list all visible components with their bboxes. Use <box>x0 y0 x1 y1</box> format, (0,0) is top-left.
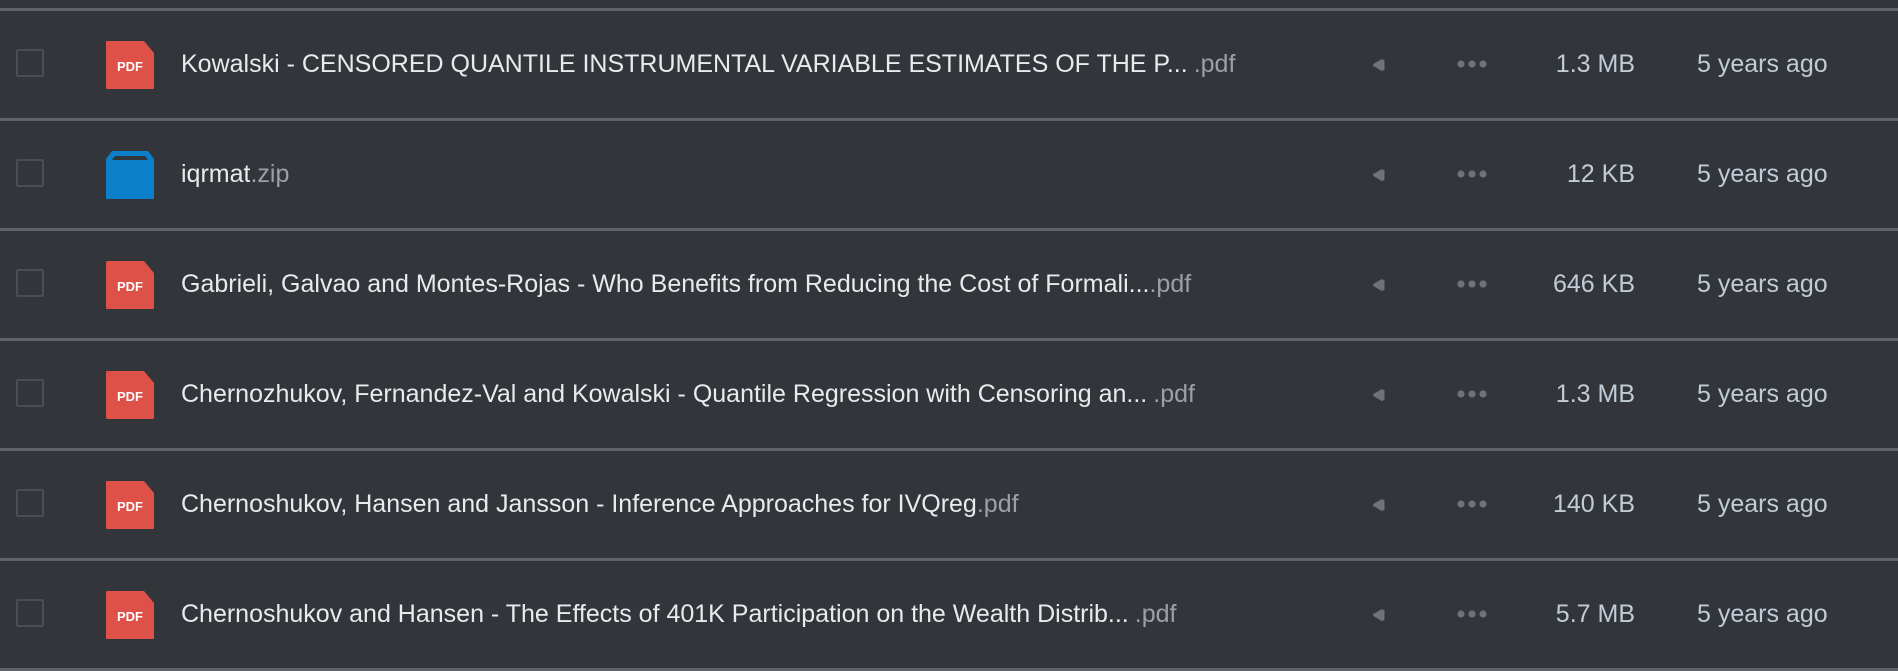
file-name-base: Chernoshukov, Hansen and Jansson - Infer… <box>181 490 977 518</box>
file-extension: .pdf <box>1193 50 1236 78</box>
file-size: 646 KB <box>1552 270 1635 298</box>
modified-date: 5 years ago <box>1697 600 1828 628</box>
file-size: 5.7 MB <box>1555 600 1635 628</box>
file-name-base: Chernoshukov and Hansen - The Effects of… <box>181 600 1129 628</box>
select-checkbox[interactable] <box>16 159 44 187</box>
file-list: PDF Kowalski - CENSORED QUANTILE INSTRUM… <box>0 11 1898 671</box>
more-options-icon[interactable] <box>1456 169 1488 179</box>
file-extension: .pdf <box>1134 600 1177 628</box>
pdf-icon-label: PDF <box>117 279 143 294</box>
file-row[interactable]: PDF Chernoshukov, Hansen and Jansson - I… <box>0 451 1898 561</box>
file-row[interactable]: PDF Gabrieli, Galvao and Montes-Rojas - … <box>0 231 1898 341</box>
file-name[interactable]: Chernozhukov, Fernandez-Val and Kowalski… <box>181 377 1195 411</box>
share-icon[interactable] <box>1362 269 1392 301</box>
file-size: 1.3 MB <box>1555 50 1635 78</box>
share-icon[interactable] <box>1362 49 1392 81</box>
share-icon[interactable] <box>1362 489 1392 521</box>
file-size: 140 KB <box>1552 490 1635 518</box>
more-options-icon[interactable] <box>1456 389 1488 399</box>
more-options-icon[interactable] <box>1456 499 1488 509</box>
file-name-base: Kowalski - CENSORED QUANTILE INSTRUMENTA… <box>181 50 1188 78</box>
modified-date: 5 years ago <box>1697 160 1828 188</box>
file-extension: .pdf <box>1153 380 1195 408</box>
pdf-icon-label: PDF <box>117 59 143 74</box>
pdf-icon-label: PDF <box>117 609 143 624</box>
modified-date: 5 years ago <box>1697 380 1828 408</box>
file-extension: .pdf <box>1149 270 1192 298</box>
file-name[interactable]: iqrmat .zip <box>181 157 289 191</box>
modified-date: 5 years ago <box>1697 50 1828 78</box>
file-name-base: iqrmat <box>181 160 251 188</box>
share-icon[interactable] <box>1362 159 1392 191</box>
file-size: 1.3 MB <box>1555 380 1635 408</box>
file-size: 12 KB <box>1566 160 1635 188</box>
modified-date: 5 years ago <box>1697 490 1828 518</box>
file-name-base: Chernozhukov, Fernandez-Val and Kowalski… <box>181 380 1148 408</box>
more-options-icon[interactable] <box>1456 609 1488 619</box>
share-icon[interactable] <box>1362 379 1392 411</box>
select-checkbox[interactable] <box>16 599 44 627</box>
pdf-file-icon: PDF <box>106 261 154 309</box>
zip-archive-icon <box>106 151 154 199</box>
file-name[interactable]: Chernoshukov and Hansen - The Effects of… <box>181 597 1176 631</box>
share-icon[interactable] <box>1362 599 1392 631</box>
select-checkbox[interactable] <box>16 269 44 297</box>
more-options-icon[interactable] <box>1456 279 1488 289</box>
file-row[interactable]: PDF Kowalski - CENSORED QUANTILE INSTRUM… <box>0 11 1898 121</box>
file-extension: .pdf <box>976 490 1019 518</box>
more-options-icon[interactable] <box>1456 59 1488 69</box>
pdf-icon-label: PDF <box>117 499 143 514</box>
select-checkbox[interactable] <box>16 379 44 407</box>
file-name[interactable]: Chernoshukov, Hansen and Jansson - Infer… <box>181 487 1019 521</box>
file-name-base: Gabrieli, Galvao and Montes-Rojas - Who … <box>181 270 1150 298</box>
file-extension: .zip <box>250 160 290 188</box>
pdf-file-icon: PDF <box>106 591 154 639</box>
select-checkbox[interactable] <box>16 49 44 77</box>
file-row[interactable]: iqrmat .zip 12 KB 5 years ago <box>0 121 1898 231</box>
pdf-file-icon: PDF <box>106 371 154 419</box>
select-checkbox[interactable] <box>16 489 44 517</box>
file-row[interactable]: PDF Chernozhukov, Fernandez-Val and Kowa… <box>0 341 1898 451</box>
file-row[interactable]: PDF Chernoshukov and Hansen - The Effect… <box>0 561 1898 671</box>
file-name[interactable]: Kowalski - CENSORED QUANTILE INSTRUMENTA… <box>181 47 1235 81</box>
pdf-file-icon: PDF <box>106 481 154 529</box>
modified-date: 5 years ago <box>1697 270 1828 298</box>
pdf-file-icon: PDF <box>106 41 154 89</box>
pdf-icon-label: PDF <box>117 389 143 404</box>
file-name[interactable]: Gabrieli, Galvao and Montes-Rojas - Who … <box>181 267 1191 301</box>
